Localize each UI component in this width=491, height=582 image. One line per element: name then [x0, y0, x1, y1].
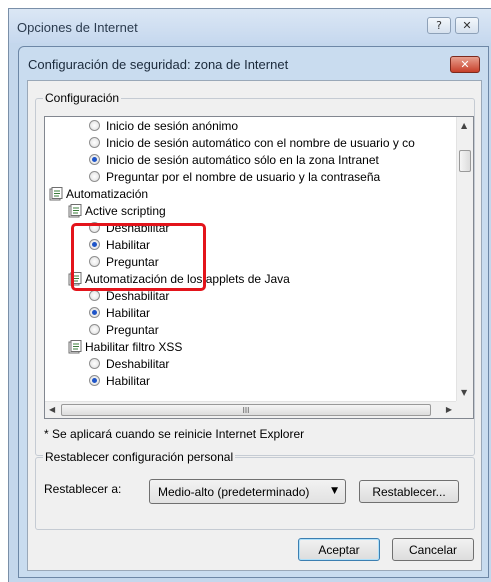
settings-item-label: Active scripting — [85, 203, 166, 218]
outer-close-button[interactable]: ✕ — [455, 17, 479, 34]
outer-title-bar: Opciones de Internet ? ✕ — [9, 9, 491, 43]
vertical-scrollbar[interactable]: ▲ ▼ — [456, 117, 473, 401]
radio-selected-icon[interactable] — [89, 307, 100, 318]
settings-category-icon — [49, 186, 63, 201]
dialog-close-button[interactable]: ✕ — [450, 56, 480, 73]
scroll-corner — [456, 401, 473, 418]
settings-category-icon — [68, 339, 82, 354]
scroll-up-icon[interactable]: ▲ — [461, 121, 467, 130]
radio-selected-icon[interactable] — [89, 154, 100, 165]
settings-option-row[interactable]: Preguntar por el nombre de usuario y la … — [89, 168, 380, 185]
settings-option-row[interactable]: Habilitar — [89, 372, 150, 389]
vertical-scroll-thumb[interactable] — [459, 150, 471, 172]
settings-option-row[interactable]: Inicio de sesión anónimo — [89, 117, 238, 134]
settings-item-label: Habilitar — [106, 305, 151, 320]
dialog-title: Configuración de seguridad: zona de Inte… — [28, 57, 289, 72]
scroll-left-icon[interactable]: ◀ — [49, 405, 55, 414]
scroll-down-icon[interactable]: ▼ — [461, 388, 467, 397]
settings-item-label: Preguntar — [106, 322, 159, 337]
settings-group-label: Configuración — [43, 91, 122, 105]
settings-category-row[interactable]: Active scripting — [68, 202, 166, 219]
settings-option-row[interactable]: Inicio de sesión automático sólo en la z… — [89, 151, 379, 168]
radio-unselected-icon[interactable] — [89, 324, 100, 335]
help-button[interactable]: ? — [427, 17, 451, 34]
radio-unselected-icon[interactable] — [89, 290, 100, 301]
settings-item-label: Inicio de sesión automático sólo en la z… — [106, 152, 379, 167]
scroll-right-icon[interactable]: ▶ — [446, 405, 452, 414]
horizontal-scrollbar[interactable]: ◀ III ▶ — [45, 401, 456, 418]
radio-selected-icon[interactable] — [89, 375, 100, 386]
security-settings-dialog: Configuración de seguridad: zona de Inte… — [18, 46, 489, 578]
reset-button[interactable]: Restablecer... — [359, 480, 459, 503]
radio-unselected-icon[interactable] — [89, 171, 100, 182]
settings-option-row[interactable]: Deshabilitar — [89, 355, 169, 372]
radio-unselected-icon[interactable] — [89, 120, 100, 131]
horizontal-scroll-thumb[interactable]: III — [61, 404, 431, 416]
settings-option-row[interactable]: Preguntar — [89, 321, 159, 338]
settings-category-icon — [68, 203, 82, 218]
reset-group-label: Restablecer configuración personal — [43, 450, 236, 464]
settings-category-row[interactable]: Habilitar filtro XSS — [68, 338, 182, 355]
active-scripting-highlight — [71, 223, 206, 291]
settings-item-label: Deshabilitar — [106, 356, 170, 371]
radio-unselected-icon[interactable] — [89, 358, 100, 369]
settings-item-label: Inicio de sesión automático con el nombr… — [106, 135, 415, 150]
settings-item-label: Inicio de sesión anónimo — [106, 118, 239, 133]
radio-unselected-icon[interactable] — [89, 137, 100, 148]
settings-item-label: Automatización — [66, 186, 149, 201]
ok-button[interactable]: Aceptar — [298, 538, 380, 561]
settings-category-row[interactable]: Automatización — [49, 185, 148, 202]
settings-item-label: Habilitar — [106, 373, 151, 388]
settings-option-row[interactable]: Inicio de sesión automático con el nombr… — [89, 134, 415, 151]
settings-option-row[interactable]: Habilitar — [89, 304, 150, 321]
reset-to-label: Restablecer a: — [44, 482, 122, 496]
outer-window-title: Opciones de Internet — [17, 20, 138, 35]
restart-note: * Se aplicará cuando se reinicie Interne… — [44, 427, 305, 441]
dialog-client-area: Configuración Inicio de sesión anónimo In… — [27, 80, 482, 571]
reset-level-select[interactable]: Medio-alto (predeterminado) ▼ — [149, 479, 346, 504]
settings-item-label: Habilitar filtro XSS — [85, 339, 183, 354]
scroll-grip-icon: III — [242, 405, 250, 415]
dropdown-arrow-icon: ▼ — [331, 486, 338, 496]
settings-item-label: Preguntar por el nombre de usuario y la … — [106, 169, 381, 184]
cancel-button[interactable]: Cancelar — [392, 538, 474, 561]
reset-level-value: Medio-alto (predeterminado) — [158, 484, 310, 499]
